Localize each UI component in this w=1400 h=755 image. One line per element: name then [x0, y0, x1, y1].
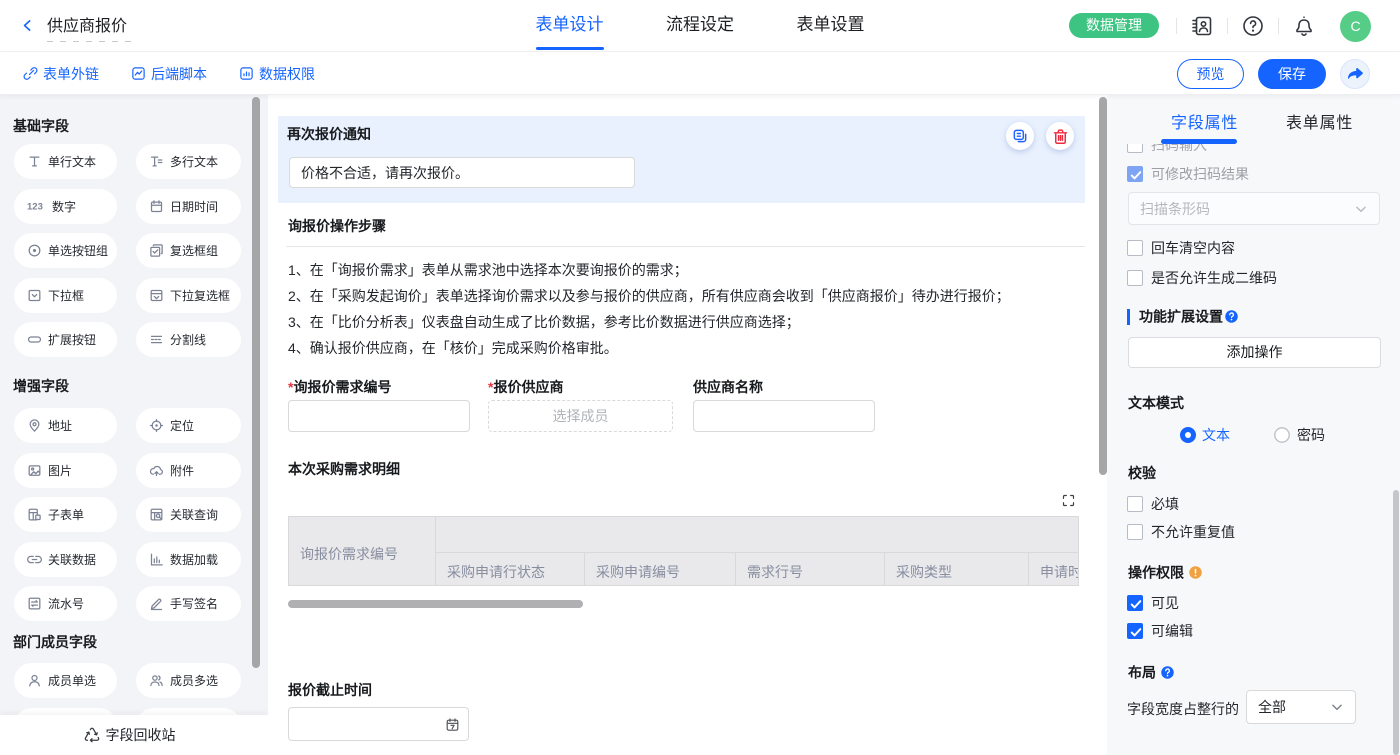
svg-text:123: 123 — [27, 202, 43, 213]
